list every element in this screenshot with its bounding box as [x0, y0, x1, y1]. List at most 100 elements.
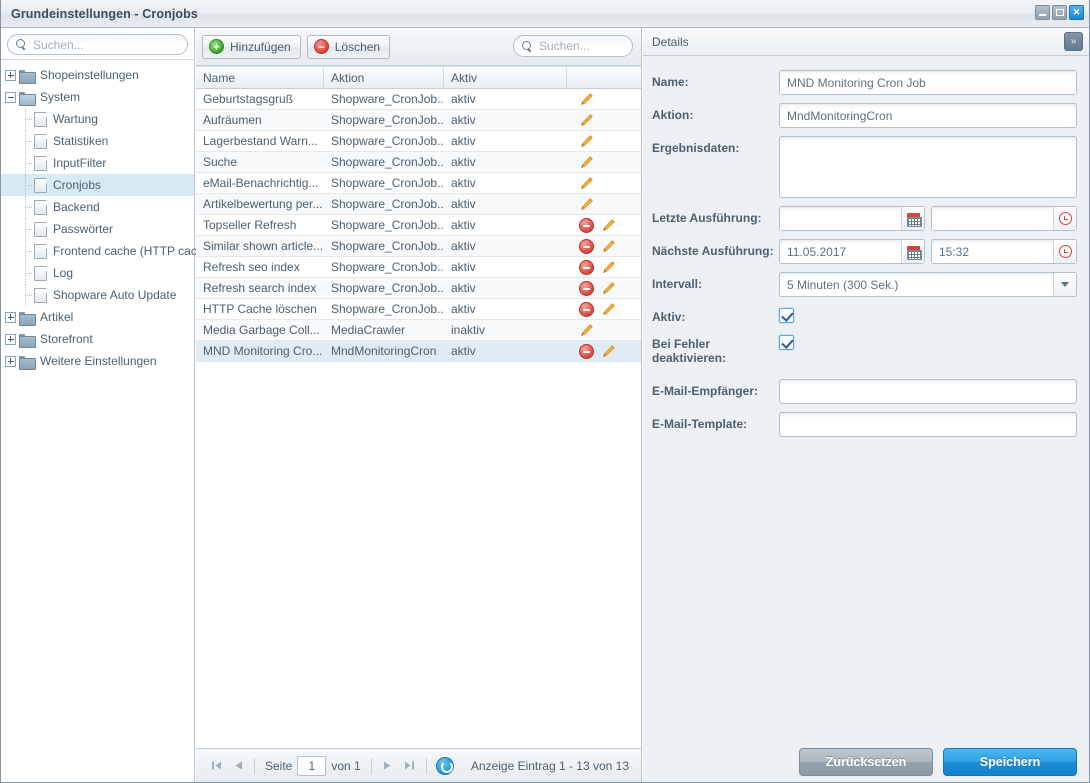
- cell-aktion: Shopware_CronJob...: [331, 281, 444, 295]
- cell-name: MND Monitoring Cro...: [203, 344, 323, 358]
- sidebar-item-backend[interactable]: Backend: [1, 196, 194, 218]
- search-icon: [16, 39, 27, 50]
- edit-row-icon[interactable]: [579, 176, 594, 191]
- sidebar-item-passw-rter[interactable]: Passwörter: [1, 218, 194, 240]
- expand-icon[interactable]: [5, 69, 16, 81]
- ergebnisdaten-label: Ergebnisdaten:: [652, 141, 740, 155]
- collapse-icon[interactable]: [5, 91, 16, 103]
- sidebar-item-artikel[interactable]: Artikel: [1, 306, 194, 328]
- edit-row-icon[interactable]: [579, 113, 594, 128]
- aktion-input[interactable]: [779, 103, 1077, 128]
- edit-row-icon[interactable]: [601, 302, 616, 317]
- delete-row-icon[interactable]: [579, 301, 594, 317]
- cell-name: HTTP Cache löschen: [203, 302, 317, 316]
- delete-row-icon[interactable]: [579, 217, 594, 233]
- save-button[interactable]: Speichern: [943, 748, 1077, 776]
- delete-row-icon[interactable]: [579, 280, 594, 296]
- table-row[interactable]: HTTP Cache löschen Shopware_CronJob... akt…: [196, 299, 641, 320]
- edit-row-icon[interactable]: [601, 239, 616, 254]
- add-button[interactable]: + Hinzufügen: [202, 34, 301, 59]
- email-empfaenger-input[interactable]: [779, 379, 1077, 404]
- clock-icon[interactable]: [1053, 240, 1076, 263]
- edit-row-icon[interactable]: [601, 260, 616, 275]
- expand-icon[interactable]: [5, 311, 16, 323]
- page-number-input[interactable]: [297, 755, 327, 776]
- table-row[interactable]: Lagerbestand Warn... Shopware_CronJob... a…: [196, 131, 641, 152]
- edit-row-icon[interactable]: [579, 155, 594, 170]
- chevron-down-icon[interactable]: [1053, 273, 1076, 296]
- sidebar-item-statistiken[interactable]: Statistiken: [1, 130, 194, 152]
- window-titlebar: Grundeinstellungen - Cronjobs ✕: [1, 0, 1089, 28]
- calendar-icon[interactable]: [901, 207, 924, 230]
- grid-search-pill[interactable]: [513, 35, 700, 57]
- calendar-icon[interactable]: [901, 240, 924, 263]
- previous-page-icon[interactable]: [227, 755, 249, 777]
- chevron-double-right-icon[interactable]: »: [1064, 32, 1083, 51]
- ergebnisdaten-textarea[interactable]: [779, 136, 1077, 198]
- table-row[interactable]: Suche Shopware_CronJob... aktiv: [196, 152, 641, 173]
- expand-icon[interactable]: [5, 355, 16, 367]
- bei-fehler-checkbox[interactable]: [779, 335, 794, 350]
- cell-name: Similar shown article...: [203, 239, 324, 253]
- first-page-icon[interactable]: [205, 755, 227, 777]
- sidebar-item-cronjobs[interactable]: Cronjobs: [1, 174, 194, 196]
- minimize-button[interactable]: [1035, 5, 1050, 20]
- table-row[interactable]: Media Garbage Coll... MediaCrawler inaktiv: [196, 320, 641, 341]
- sidebar-item-label: Frontend cache (HTTP cache): [53, 244, 215, 258]
- edit-row-icon[interactable]: [579, 134, 594, 149]
- table-row[interactable]: Refresh search index Shopware_CronJob... a…: [196, 278, 641, 299]
- sidebar-item-shopeinstellungen[interactable]: Shopeinstellungen: [1, 64, 194, 86]
- edit-row-icon[interactable]: [601, 344, 616, 359]
- cell-name: Refresh search index: [203, 281, 317, 295]
- sidebar-item-inputfilter[interactable]: InputFilter: [1, 152, 194, 174]
- edit-row-icon[interactable]: [601, 218, 616, 233]
- table-row[interactable]: Refresh seo index Shopware_CronJob... akti…: [196, 257, 641, 278]
- cell-aktiv: aktiv: [451, 302, 476, 316]
- edit-row-icon[interactable]: [579, 323, 594, 338]
- table-row[interactable]: Geburtstagsgruß Shopware_CronJob... aktiv: [196, 89, 641, 110]
- close-button[interactable]: ✕: [1069, 5, 1084, 20]
- edit-row-icon[interactable]: [579, 92, 594, 107]
- cell-name: Refresh seo index: [203, 260, 300, 274]
- sidebar-search-input[interactable]: [27, 35, 194, 54]
- table-row[interactable]: MND Monitoring Cro... MndMonitoringCron ak…: [196, 341, 641, 362]
- edit-row-icon[interactable]: [579, 197, 594, 212]
- column-header-aktiv[interactable]: Aktiv: [444, 67, 567, 88]
- intervall-combobox[interactable]: [779, 272, 1077, 297]
- sidebar-item-frontend-cache-http-cache[interactable]: Frontend cache (HTTP cache): [1, 240, 214, 262]
- sidebar-item-system[interactable]: System: [1, 86, 194, 108]
- table-row[interactable]: Artikelbewertung per... Shopware_CronJob.…: [196, 194, 641, 215]
- clock-icon[interactable]: [1053, 207, 1076, 230]
- sidebar-item-wartung[interactable]: Wartung: [1, 108, 194, 130]
- next-page-icon[interactable]: [377, 755, 399, 777]
- column-header-aktion[interactable]: Aktion: [324, 67, 444, 88]
- delete-row-icon[interactable]: [579, 343, 594, 359]
- expand-icon[interactable]: [5, 333, 16, 345]
- name-input[interactable]: [779, 70, 1077, 95]
- aktiv-checkbox[interactable]: [779, 308, 794, 323]
- edit-row-icon[interactable]: [601, 281, 616, 296]
- table-row[interactable]: Topseller Refresh Shopware_CronJob... akti…: [196, 215, 641, 236]
- column-header-name[interactable]: Name: [196, 67, 324, 88]
- delete-row-icon[interactable]: [579, 259, 594, 275]
- delete-row-icon[interactable]: [579, 238, 594, 254]
- file-icon: [34, 287, 47, 303]
- sidebar-item-log[interactable]: Log: [1, 262, 194, 284]
- folder-icon: [19, 69, 36, 84]
- sidebar-item-storefront[interactable]: Storefront: [1, 328, 194, 350]
- sidebar-item-weitere-einstellungen[interactable]: Weitere Einstellungen: [1, 350, 194, 372]
- email-template-input[interactable]: [779, 412, 1077, 437]
- sidebar-item-shopware-auto-update[interactable]: Shopware Auto Update: [1, 284, 194, 306]
- intervall-input[interactable]: [779, 272, 1077, 297]
- cell-aktion: Shopware_CronJob...: [331, 260, 444, 274]
- last-page-icon[interactable]: [399, 755, 421, 777]
- bei-fehler-label: Bei Fehler deaktivieren:: [652, 332, 779, 365]
- table-row[interactable]: Aufräumen Shopware_CronJob... aktiv: [196, 110, 641, 131]
- sidebar-search-pill[interactable]: [7, 34, 194, 55]
- table-row[interactable]: eMail-Benachrichtig... Shopware_CronJob..…: [196, 173, 641, 194]
- table-row[interactable]: Similar shown article... Shopware_CronJob…: [196, 236, 641, 257]
- reset-button[interactable]: Zurücksetzen: [799, 748, 933, 776]
- maximize-button[interactable]: [1052, 5, 1067, 20]
- delete-button[interactable]: − Löschen: [306, 34, 391, 59]
- refresh-icon[interactable]: [435, 756, 454, 775]
